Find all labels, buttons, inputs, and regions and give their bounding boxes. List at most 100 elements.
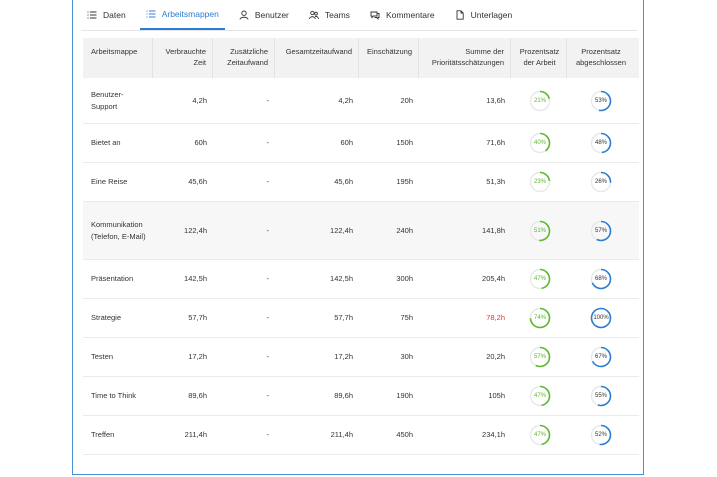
comment-icon [370,10,380,20]
done-pct-cell: 52% [567,424,633,446]
extra-time-cell: - [266,313,270,323]
tab-label: Kommentare [385,10,435,20]
column-header-extra[interactable]: Zusätzliche Zeitaufwand [213,38,275,78]
workbook-name-cell: Testen [91,352,114,362]
table-row[interactable]: Kommunikation (Telefon, E-Mail) 122,4h - 12… [83,202,639,260]
priority-sum-cell: 234,1h [482,430,505,440]
table-body: Benutzer-Support 4,2h -4,2h 20h 13,6h 21% 53% B… [83,78,639,455]
done-progress-ring: 26% [590,171,612,193]
table-row[interactable]: Time to Think 89,6h - 89,6h 190h 105h 47% 55% [83,377,639,416]
used-time-cell: 122,4h [184,225,207,235]
table-row[interactable]: Treffen 211,4h - 211,4h 450h 234,1h 47% 52% [83,416,639,455]
done-progress-ring-label: 53% [594,97,607,104]
done-progress-ring-label: 55% [594,393,607,399]
estimate-cell: 300h [396,274,413,284]
work-progress-ring: 21% [529,90,551,112]
table-row[interactable]: Strategie 57,7h - 57,7h 75h 78,2h 74% 100% [83,299,639,338]
workbook-name-cell: Time to Think [91,391,137,401]
work-pct-cell: 51% [511,220,567,242]
extra-time-cell: - [266,430,270,440]
column-header-priority[interactable]: Summe der Prioritätsschätzungen [419,38,511,78]
document-icon [455,10,465,20]
work-progress-ring-label: 47% [533,393,546,399]
done-pct-cell: 68% [567,268,633,290]
column-header-done-pct[interactable]: Prozentsatz abgeschlossen [567,38,633,78]
workbook-panel: Daten Arbeitsmappen Benutzer Teams Kommentar… [72,0,644,475]
done-progress-ring-label: 67% [594,354,607,360]
work-progress-ring-label: 57% [533,354,546,360]
total-time-cell: 211,4h [330,430,353,440]
used-time-cell: 17,2h [188,352,207,362]
used-time-cell: 89,6h [188,391,207,401]
done-progress-ring: 55% [590,385,612,407]
column-header-used[interactable]: Verbrauchte Zeit [153,38,213,78]
column-header-name[interactable]: Arbeitsmappe [83,38,153,78]
column-header-estimate[interactable]: Einschätzung [359,38,419,78]
tab-unterlagen[interactable]: Unterlagen [449,0,519,30]
extra-time-cell: - [266,225,270,235]
work-progress-ring: 74% [529,307,551,329]
priority-sum-cell: 141,8h [482,225,505,235]
column-header-work-pct[interactable]: Prozentsatz der Arbeit [511,38,567,78]
team-icon [308,10,319,20]
tab-label: Benutzer [254,10,289,20]
work-progress-ring: 47% [529,385,551,407]
work-pct-cell: 47% [511,385,567,407]
priority-sum-cell: 13,6h [486,95,505,105]
priority-sum-cell: 51,3h [486,177,505,187]
workbook-name-cell: Kommunikation (Telefon, E-Mail) [91,220,146,241]
total-time-cell: 142,5h [330,274,353,284]
work-pct-cell: 23% [511,171,567,193]
list-icon [87,10,97,20]
done-progress-ring-label: 57% [594,227,607,234]
tab-benutzer[interactable]: Benutzer [233,0,295,30]
table-header: Arbeitsmappe Verbrauchte Zeit Zusätzlich… [83,38,639,78]
work-progress-ring-label: 47% [533,276,546,282]
column-header-total[interactable]: Gesamtzeitaufwand [275,38,359,78]
workbook-name-cell: Treffen [91,430,115,440]
done-pct-cell: 57% [567,220,633,242]
tab-label: Arbeitsmappen [161,9,219,19]
done-pct-cell: 53% [567,90,633,112]
estimate-cell: 20h [400,95,413,105]
work-pct-cell: 74% [511,307,567,329]
tab-label: Teams [324,10,350,20]
tab-daten[interactable]: Daten [81,0,132,30]
done-pct-cell: 100% [567,307,633,329]
work-progress-ring: 51% [529,220,551,242]
extra-time-cell: - [266,138,270,148]
used-time-cell: 4,2h [192,95,207,105]
table-row[interactable]: Präsentation 142,5h - 142,5h 300h 205,4h 47% 68… [83,260,639,299]
tab-teams[interactable]: Teams [303,0,356,30]
tab-arbeitsmappen[interactable]: Arbeitsmappen [139,0,225,30]
used-time-cell: 142,5h [184,274,207,284]
work-progress-ring-label: 23% [533,179,546,185]
work-progress-ring-label: 21% [533,97,546,104]
used-time-cell: 60h [194,138,207,148]
work-pct-cell: 21% [511,90,567,112]
used-time-cell: 211,4h [184,430,207,440]
total-time-cell: 57,7h [334,313,353,323]
table-row[interactable]: Eine Reise 45,6h - 45,6h 195h 51,3h 23% 26% [83,163,639,202]
work-progress-ring: 47% [529,424,551,446]
table-row[interactable]: Bietet an 60h - 60h 150h 71,6h 40% 48% [83,124,639,163]
workbook-name-cell: Benutzer-Support [91,90,124,111]
extra-time-cell: - [266,391,270,401]
estimate-cell: 30h [400,352,413,362]
done-progress-ring-label: 100% [593,315,609,321]
work-progress-ring: 47% [529,268,551,290]
done-pct-cell: 48% [567,132,633,154]
list-icon [146,9,156,19]
tab-bar: Daten Arbeitsmappen Benutzer Teams Kommentar… [81,0,637,31]
done-progress-ring-label: 52% [594,432,607,438]
table-row[interactable]: Benutzer-Support 4,2h - 4,2h 20h 13,6h 21% 53% [83,78,639,124]
priority-sum-cell: 205,4h [482,274,505,284]
done-progress-ring-label: 26% [594,179,607,185]
done-progress-ring: 57% [590,220,612,242]
table-row[interactable]: Testen 17,2h - 17,2h 30h 20,2h 57% 67% [83,338,639,377]
done-pct-cell: 55% [567,385,633,407]
workbook-table: Arbeitsmappe Verbrauchte Zeit Zusätzlich… [83,38,639,455]
tab-kommentare[interactable]: Kommentare [364,0,441,30]
done-progress-ring: 100% [590,307,612,329]
total-time-cell: 45,6h [334,177,353,187]
